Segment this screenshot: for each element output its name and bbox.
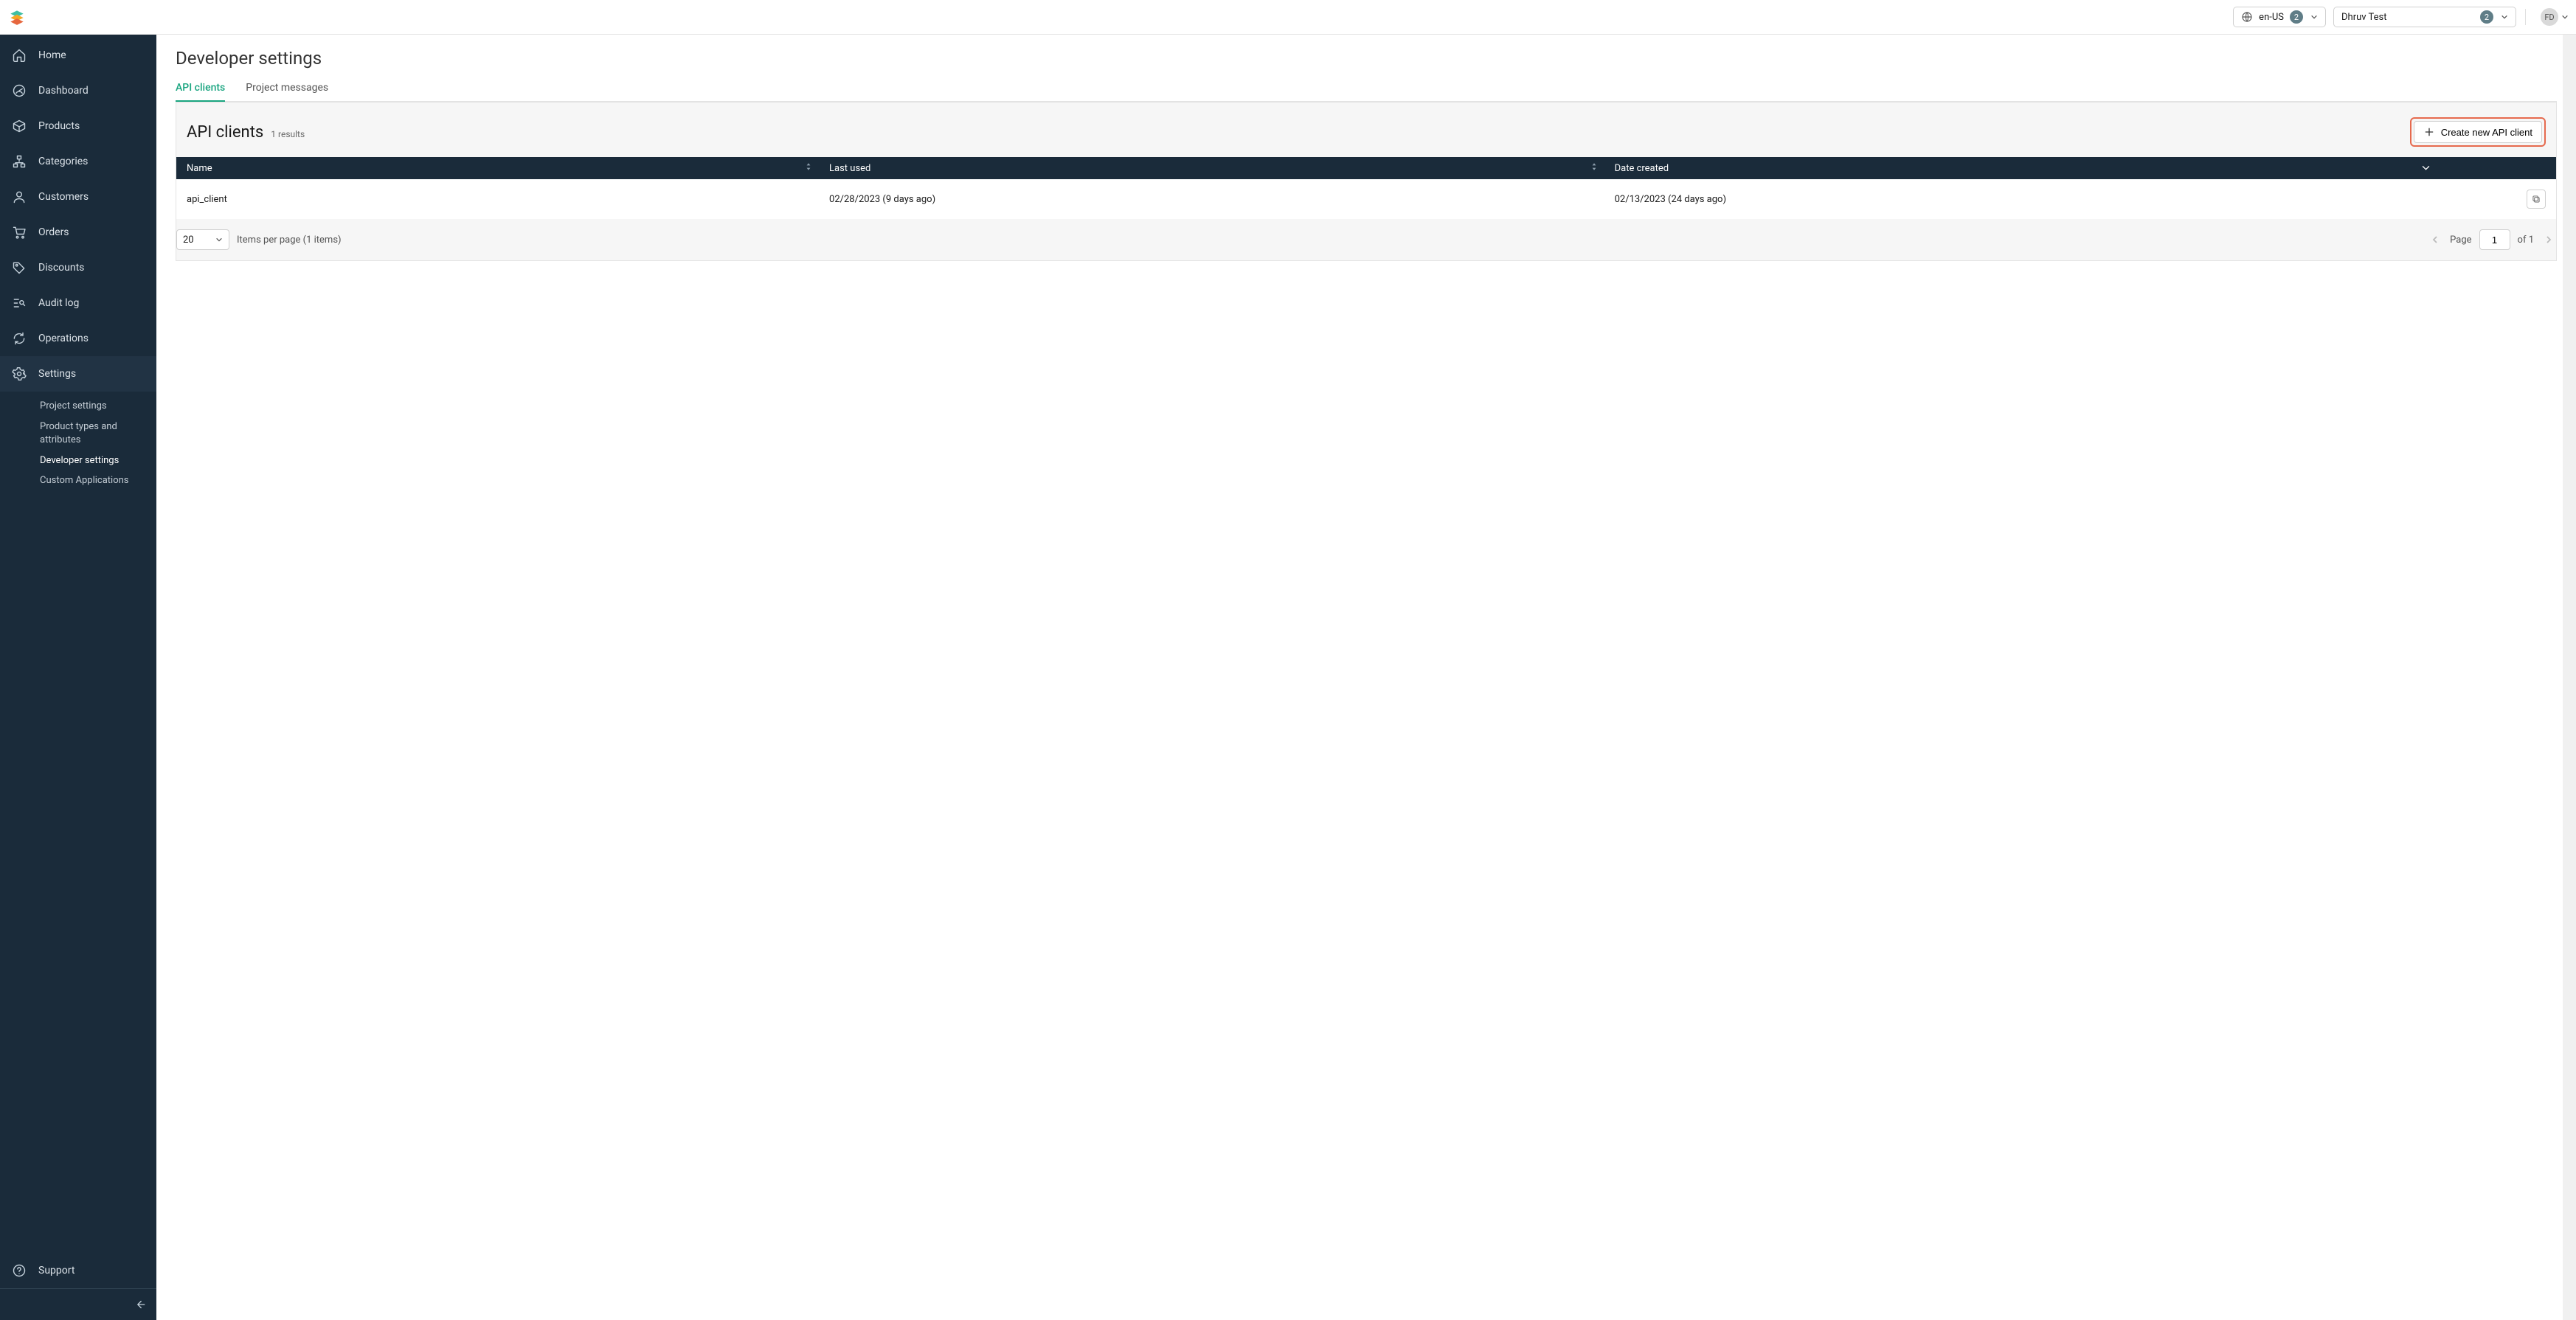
sidebar-item-label: Operations — [38, 333, 89, 344]
top-bar: en-US 2 Dhruv Test 2 FD — [0, 0, 2576, 35]
sidebar-item-support[interactable]: Support — [0, 1253, 156, 1288]
sidebar-item-dashboard[interactable]: Dashboard — [0, 73, 156, 108]
next-page-button[interactable] — [2541, 229, 2556, 250]
gauge-icon — [12, 83, 27, 98]
sub-item-project-settings[interactable]: Project settings — [0, 396, 156, 416]
sort-desc-icon — [2422, 163, 2430, 174]
create-button-highlight: Create new API client — [2410, 117, 2546, 147]
create-new-api-client-button[interactable]: Create new API client — [2414, 121, 2542, 143]
project-badge: 2 — [2480, 10, 2493, 24]
sidebar-item-label: Customers — [38, 191, 89, 203]
chevron-down-icon — [2310, 13, 2318, 21]
sidebar-item-settings[interactable]: Settings — [0, 356, 156, 392]
create-button-label: Create new API client — [2441, 127, 2532, 138]
sub-item-custom-applications[interactable]: Custom Applications — [0, 470, 156, 490]
chevron-left-icon — [2431, 235, 2440, 244]
sync-icon — [12, 331, 27, 346]
cart-icon — [12, 225, 27, 240]
panel-count: 1 results — [271, 129, 305, 139]
tabs: API clients Project messages — [176, 82, 2557, 102]
sidebar-item-operations[interactable]: Operations — [0, 321, 156, 356]
sidebar-item-audit-log[interactable]: Audit log — [0, 285, 156, 321]
help-icon — [12, 1263, 27, 1278]
tab-project-messages[interactable]: Project messages — [246, 82, 328, 101]
api-clients-panel: API clients 1 results Create new API cli… — [176, 102, 2557, 261]
sort-icon — [1591, 162, 1597, 174]
per-page-value: 20 — [183, 235, 194, 246]
locale-label: en-US — [2259, 12, 2284, 23]
main-content: Developer settings API clients Project m… — [156, 35, 2576, 1320]
copy-icon — [2531, 194, 2541, 204]
gear-icon — [12, 367, 27, 381]
arrow-left-icon — [133, 1298, 146, 1311]
panel-title: API clients — [187, 123, 263, 142]
sidebar-item-label: Settings — [38, 368, 76, 380]
sidebar-item-label: Audit log — [38, 297, 79, 309]
plus-icon — [2423, 126, 2435, 138]
sidebar-item-label: Orders — [38, 226, 69, 238]
scrollbar-gutter — [2563, 35, 2576, 1320]
page-label: Page — [2450, 235, 2471, 246]
sidebar-item-label: Categories — [38, 156, 88, 167]
api-clients-table: Name Last used — [176, 157, 2556, 219]
prev-page-button[interactable] — [2428, 229, 2442, 250]
cell-date-created: 02/13/2023 (24 days ago) — [1604, 179, 2437, 219]
sidebar-item-label: Home — [38, 49, 66, 61]
table-row[interactable]: api_client 02/28/2023 (9 days ago) 02/13… — [176, 179, 2556, 219]
sidebar-item-categories[interactable]: Categories — [0, 144, 156, 179]
sidebar-item-home[interactable]: Home — [0, 38, 156, 73]
chevron-down-icon — [2561, 13, 2569, 21]
chevron-right-icon — [2544, 235, 2553, 244]
sidebar-item-label: Products — [38, 120, 80, 132]
sidebar: Home Dashboard Products Categories Custo… — [0, 35, 156, 1320]
page-title: Developer settings — [176, 48, 2557, 69]
project-picker[interactable]: Dhruv Test 2 — [2333, 7, 2516, 27]
locale-picker[interactable]: en-US 2 — [2233, 7, 2326, 27]
hierarchy-icon — [12, 154, 27, 169]
column-header-name[interactable]: Name — [176, 157, 819, 179]
home-icon — [12, 48, 27, 63]
locale-badge: 2 — [2290, 10, 2303, 24]
tab-api-clients[interactable]: API clients — [176, 82, 225, 101]
sidebar-item-orders[interactable]: Orders — [0, 215, 156, 250]
search-list-icon — [12, 296, 27, 310]
cell-name: api_client — [176, 179, 819, 219]
items-per-page-label: Items per page (1 items) — [237, 235, 342, 246]
globe-icon — [2241, 11, 2253, 23]
page-number-input[interactable] — [2479, 229, 2510, 250]
sidebar-item-label: Discounts — [38, 262, 84, 274]
copy-button[interactable] — [2527, 190, 2546, 209]
user-icon — [12, 190, 27, 204]
sidebar-item-label: Support — [38, 1265, 75, 1276]
chevron-down-icon — [2501, 13, 2508, 21]
sub-item-developer-settings[interactable]: Developer settings — [0, 451, 156, 470]
sidebar-item-discounts[interactable]: Discounts — [0, 250, 156, 285]
chevron-down-icon — [215, 236, 223, 243]
page-of-label: of 1 — [2518, 235, 2534, 246]
items-per-page-select[interactable]: 20 — [176, 229, 229, 250]
settings-submenu: Project settings Product types and attri… — [0, 392, 156, 502]
sidebar-item-customers[interactable]: Customers — [0, 179, 156, 215]
sub-item-product-types[interactable]: Product types and attributes — [0, 416, 156, 451]
avatar: FD — [2541, 8, 2558, 26]
sidebar-item-products[interactable]: Products — [0, 108, 156, 144]
cell-last-used: 02/28/2023 (9 days ago) — [819, 179, 1604, 219]
column-header-date-created[interactable]: Date created — [1604, 157, 2437, 179]
user-menu[interactable]: FD — [2535, 8, 2569, 26]
sort-icon — [806, 162, 811, 174]
column-header-last-used[interactable]: Last used — [819, 157, 1604, 179]
project-label: Dhruv Test — [2341, 12, 2387, 23]
sidebar-item-label: Dashboard — [38, 85, 89, 97]
collapse-sidebar-button[interactable] — [0, 1289, 156, 1320]
box-icon — [12, 119, 27, 133]
app-logo[interactable] — [7, 7, 27, 27]
tag-icon — [12, 260, 27, 275]
